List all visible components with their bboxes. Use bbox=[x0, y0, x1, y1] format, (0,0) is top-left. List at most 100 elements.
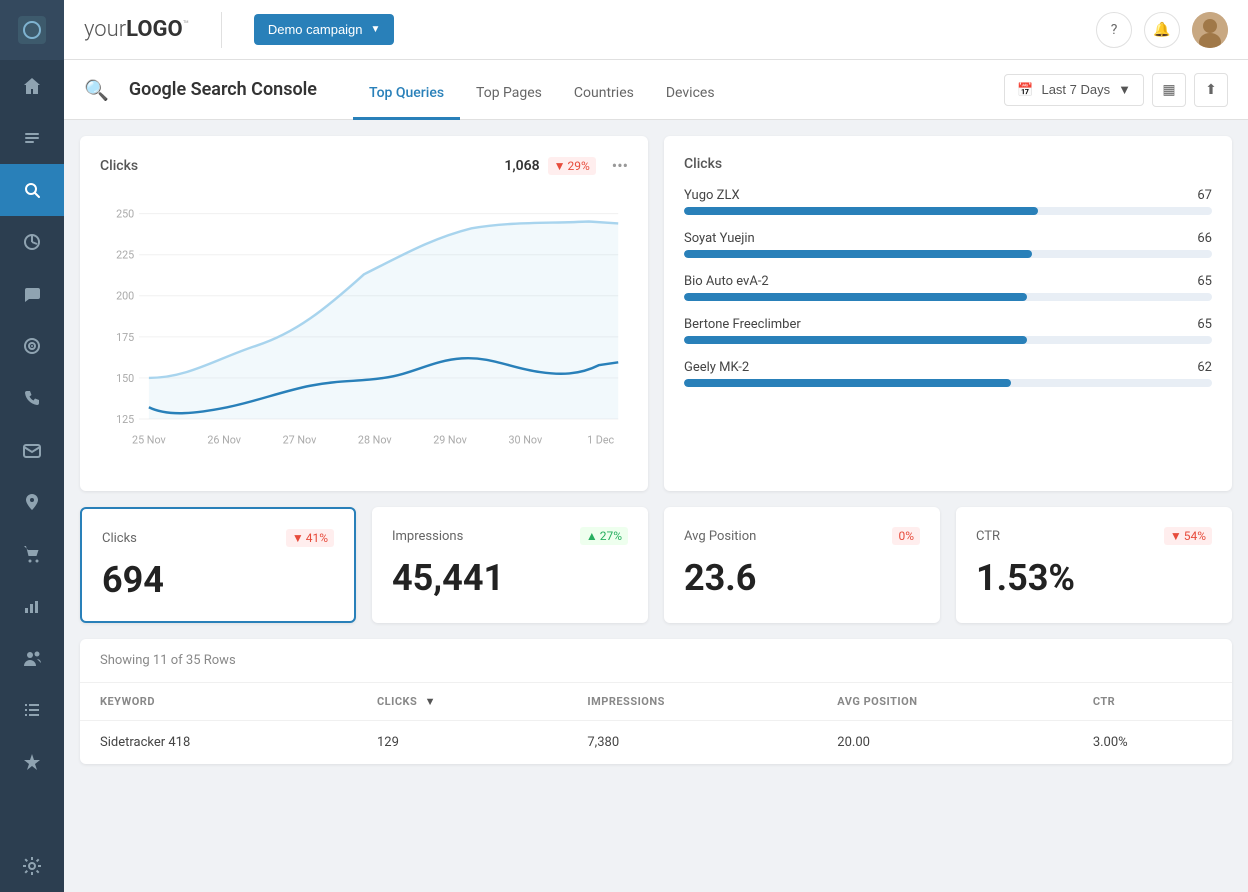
tab-top-pages[interactable]: Top Pages bbox=[460, 60, 558, 120]
col-ctr: CTR bbox=[1073, 683, 1232, 721]
tab-top-queries[interactable]: Top Queries bbox=[353, 60, 460, 120]
stat-impressions-label: Impressions bbox=[392, 529, 463, 544]
clicks-chart-header: Clicks 1,068 ▼ 29% ••• bbox=[100, 156, 628, 175]
data-table-card: Showing 11 of 35 Rows KEYWORD CLICKS ▼ I… bbox=[80, 639, 1232, 764]
clicks-chart-title: Clicks bbox=[100, 158, 138, 174]
down-arrow-icon: ▼ bbox=[1170, 529, 1182, 543]
svg-text:125: 125 bbox=[116, 413, 134, 426]
bar-item-0: Yugo ZLX 67 bbox=[684, 188, 1212, 215]
stat-clicks-label: Clicks bbox=[102, 531, 137, 546]
bar-fill-1 bbox=[684, 250, 1032, 258]
home-icon[interactable] bbox=[0, 60, 64, 112]
stat-ctr-label: CTR bbox=[976, 529, 1000, 544]
shopping-icon[interactable] bbox=[0, 528, 64, 580]
svg-text:250: 250 bbox=[116, 208, 134, 221]
tab-nav: Top Queries Top Pages Countries Devices bbox=[353, 60, 731, 120]
share-icon: ⬆ bbox=[1205, 82, 1217, 98]
main-wrapper: yourLOGO™ Demo campaign ▼ ? 🔔 bbox=[64, 0, 1248, 892]
logo-logo: LOGO bbox=[126, 17, 183, 42]
stat-avg-position-header: Avg Position 0% bbox=[684, 527, 920, 545]
avatar[interactable] bbox=[1192, 12, 1228, 48]
bar-track-1 bbox=[684, 250, 1212, 258]
more-options-button[interactable]: ••• bbox=[612, 156, 628, 175]
stat-ctr[interactable]: CTR ▼ 54% 1.53% bbox=[956, 507, 1232, 623]
tab-countries[interactable]: Countries bbox=[558, 60, 650, 120]
stat-clicks-value: 694 bbox=[102, 559, 334, 601]
svg-text:225: 225 bbox=[116, 249, 134, 262]
col-keyword: KEYWORD bbox=[80, 683, 357, 721]
demo-campaign-label: Demo campaign bbox=[268, 22, 363, 37]
bar-value-4: 62 bbox=[1197, 360, 1212, 375]
users-icon[interactable] bbox=[0, 632, 64, 684]
bar-track-0 bbox=[684, 207, 1212, 215]
svg-text:200: 200 bbox=[116, 290, 134, 303]
campaigns-icon[interactable] bbox=[0, 112, 64, 164]
svg-text:27 Nov: 27 Nov bbox=[283, 433, 317, 446]
cell-avg-position: 20.00 bbox=[817, 721, 1073, 765]
tab-devices[interactable]: Devices bbox=[650, 60, 731, 120]
location-icon[interactable] bbox=[0, 476, 64, 528]
page-icon: 🔍 bbox=[84, 78, 109, 102]
stat-clicks-badge: ▼ 41% bbox=[286, 529, 334, 547]
bar-value-1: 66 bbox=[1197, 231, 1212, 246]
logo-text: yourLOGO™ bbox=[84, 17, 189, 42]
sub-header-actions: 📅 Last 7 Days ▼ ▦ ⬆ bbox=[1004, 73, 1228, 107]
chat-icon[interactable] bbox=[0, 268, 64, 320]
settings-icon[interactable] bbox=[0, 840, 64, 892]
bar-fill-4 bbox=[684, 379, 1011, 387]
bar-label-4: Geely MK-2 bbox=[684, 360, 749, 375]
table-row: Sidetracker 418 129 7,380 20.00 3.00% bbox=[80, 721, 1232, 765]
logo-area: yourLOGO™ bbox=[84, 17, 189, 42]
date-filter-button[interactable]: 📅 Last 7 Days ▼ bbox=[1004, 74, 1144, 106]
bar-label-2: Bio Auto evA-2 bbox=[684, 274, 769, 289]
reports-icon[interactable] bbox=[0, 580, 64, 632]
dropdown-arrow-icon: ▼ bbox=[371, 24, 381, 35]
stat-avg-position[interactable]: Avg Position 0% 23.6 bbox=[664, 507, 940, 623]
clicks-bar-card: Clicks Yugo ZLX 67 Soyat Yu bbox=[664, 136, 1232, 491]
targeting-icon[interactable] bbox=[0, 320, 64, 372]
bell-icon: 🔔 bbox=[1153, 22, 1170, 38]
bar-chart-title: Clicks bbox=[684, 156, 722, 172]
chart-view-button[interactable]: ▦ bbox=[1152, 73, 1186, 107]
list-icon[interactable] bbox=[0, 684, 64, 736]
stat-clicks[interactable]: Clicks ▼ 41% 694 bbox=[80, 507, 356, 623]
clicks-chart-value: 1,068 bbox=[504, 158, 539, 174]
bar-item-2: Bio Auto evA-2 65 bbox=[684, 274, 1212, 301]
integrations-icon[interactable] bbox=[0, 736, 64, 788]
stat-impressions-header: Impressions ▲ 27% bbox=[392, 527, 628, 545]
line-chart-area: 250 225 200 175 150 125 25 Nov bbox=[100, 191, 628, 471]
stats-row: Clicks ▼ 41% 694 Impressions ▲ 27% bbox=[80, 507, 1232, 623]
logo-divider bbox=[221, 12, 222, 48]
line-chart-svg: 250 225 200 175 150 125 25 Nov bbox=[100, 191, 628, 471]
stat-ctr-header: CTR ▼ 54% bbox=[976, 527, 1212, 545]
cell-ctr: 3.00% bbox=[1073, 721, 1232, 765]
bar-value-3: 65 bbox=[1197, 317, 1212, 332]
svg-text:30 Nov: 30 Nov bbox=[508, 433, 542, 446]
svg-text:1 Dec: 1 Dec bbox=[587, 433, 614, 446]
email-icon[interactable] bbox=[0, 424, 64, 476]
phone-icon[interactable] bbox=[0, 372, 64, 424]
help-icon: ? bbox=[1111, 22, 1118, 38]
stat-impressions[interactable]: Impressions ▲ 27% 45,441 bbox=[372, 507, 648, 623]
search-sidebar-icon[interactable] bbox=[0, 164, 64, 216]
demo-campaign-button[interactable]: Demo campaign ▼ bbox=[254, 14, 395, 45]
bar-label-3: Bertone Freeclimber bbox=[684, 317, 801, 332]
bar-item-1: Soyat Yuejin 66 bbox=[684, 231, 1212, 258]
data-table: KEYWORD CLICKS ▼ IMPRESSIONS AVG POSITIO… bbox=[80, 683, 1232, 764]
clicks-chart-card: Clicks 1,068 ▼ 29% ••• bbox=[80, 136, 648, 491]
col-clicks[interactable]: CLICKS ▼ bbox=[357, 683, 567, 721]
bar-value-2: 65 bbox=[1197, 274, 1212, 289]
stat-impressions-value: 45,441 bbox=[392, 557, 628, 599]
notifications-button[interactable]: 🔔 bbox=[1144, 12, 1180, 48]
stat-ctr-badge: ▼ 54% bbox=[1164, 527, 1212, 545]
svg-text:25 Nov: 25 Nov bbox=[132, 433, 166, 446]
bar-item-4: Geely MK-2 62 bbox=[684, 360, 1212, 387]
help-button[interactable]: ? bbox=[1096, 12, 1132, 48]
date-filter-label: Last 7 Days bbox=[1041, 82, 1110, 97]
svg-text:26 Nov: 26 Nov bbox=[207, 433, 241, 446]
sort-icon: ▼ bbox=[425, 695, 436, 708]
calendar-icon: 📅 bbox=[1017, 82, 1033, 98]
dropdown-arrow-icon: ▼ bbox=[1118, 82, 1131, 97]
share-button[interactable]: ⬆ bbox=[1194, 73, 1228, 107]
analytics-icon[interactable] bbox=[0, 216, 64, 268]
